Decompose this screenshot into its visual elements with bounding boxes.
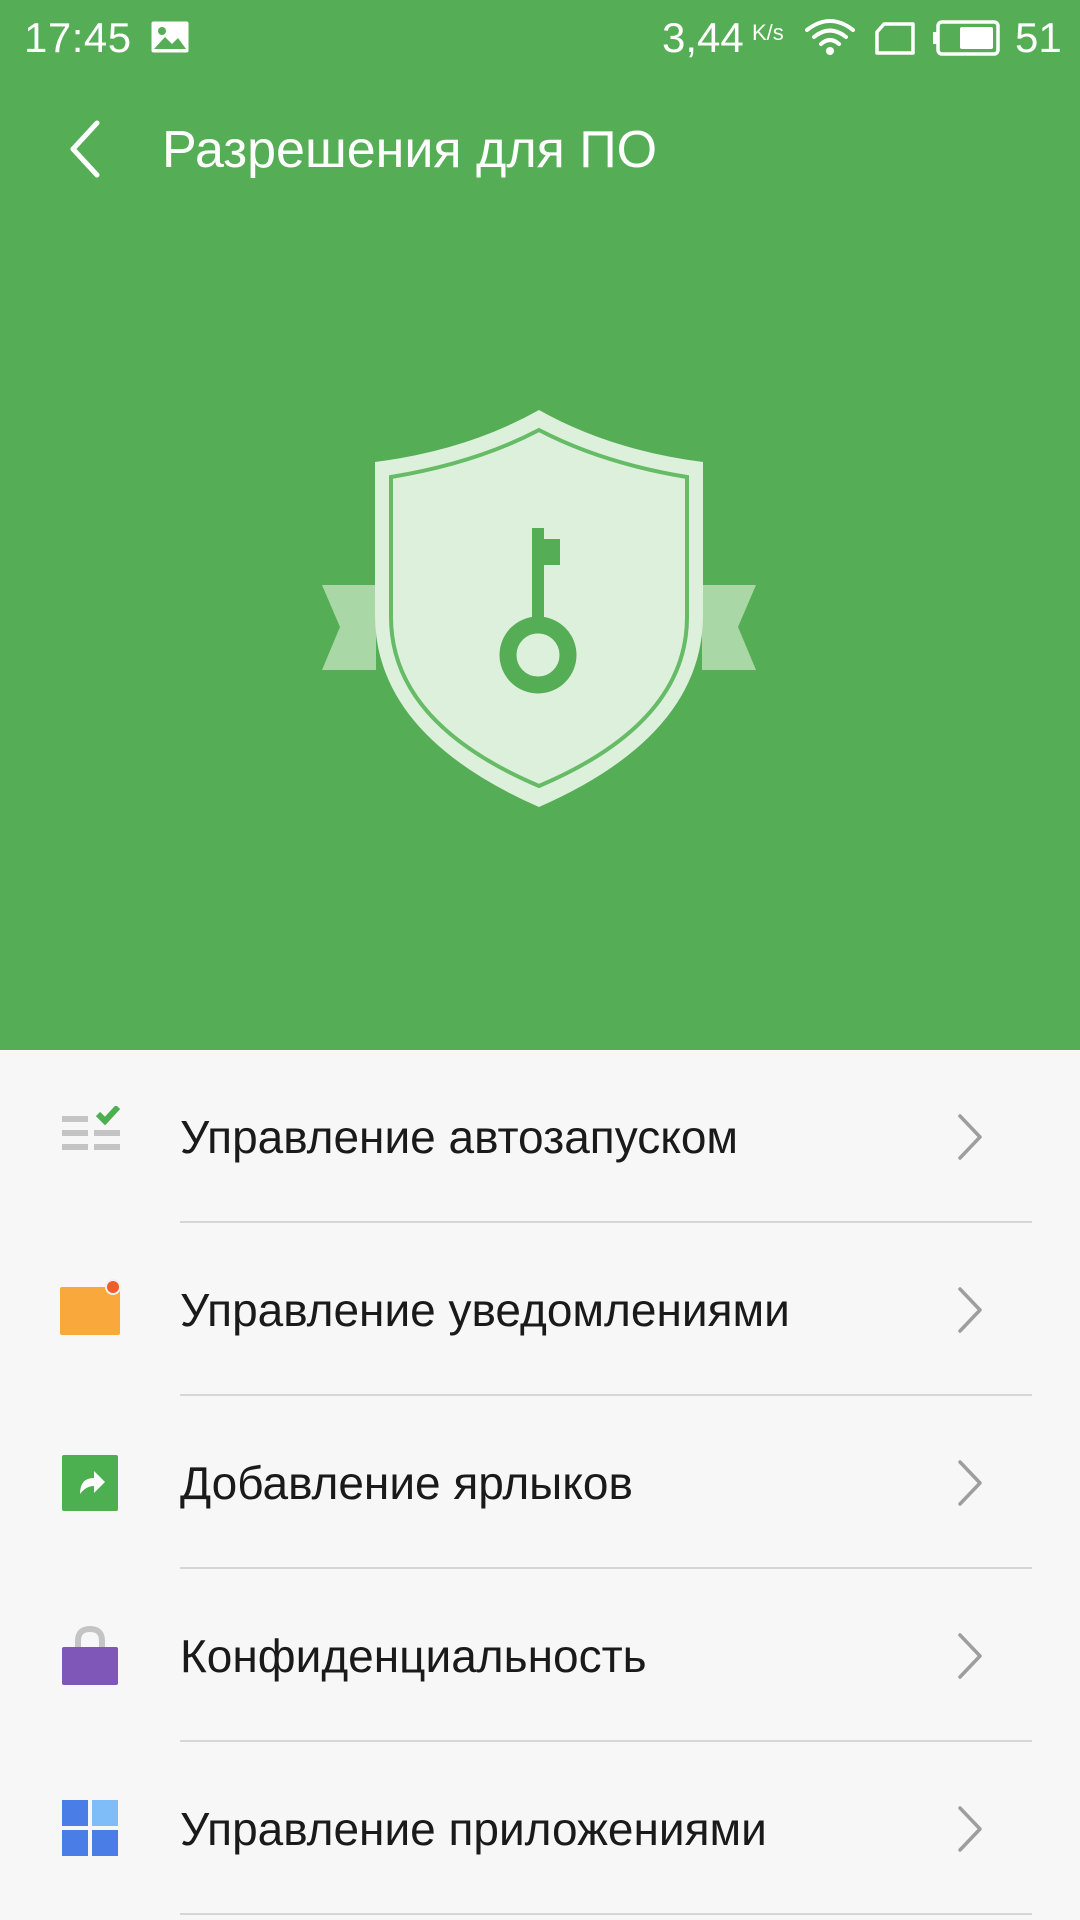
menu-item-label: Конфиденциальность xyxy=(180,1630,647,1682)
status-time: 17:45 xyxy=(24,14,132,61)
menu-item-shortcuts[interactable]: Добавление ярлыков xyxy=(0,1396,1080,1569)
autostart-list-icon xyxy=(62,1106,121,1150)
wifi-icon xyxy=(805,19,855,55)
chevron-right-icon xyxy=(958,1806,982,1852)
divider xyxy=(180,1913,1032,1915)
network-speed-unit: K/s xyxy=(752,20,784,45)
notification-icon xyxy=(60,1279,121,1335)
menu-item-autostart[interactable]: Управление автозапуском xyxy=(0,1050,1080,1223)
menu-item-label: Управление автозапуском xyxy=(180,1111,739,1163)
chevron-left-icon xyxy=(70,120,100,178)
battery-icon xyxy=(933,20,1000,56)
battery-level: 51 xyxy=(1015,14,1062,61)
menu-item-label: Добавление ярлыков xyxy=(180,1457,633,1509)
menu-item-notifications[interactable]: Управление уведомлениями xyxy=(0,1223,1080,1396)
menu-item-privacy[interactable]: Конфиденциальность xyxy=(0,1569,1080,1742)
privacy-lock-icon xyxy=(62,1625,118,1685)
menu-item-label: Управление приложениями xyxy=(180,1803,767,1855)
status-bar: 17:45 3,44 K/s 51 xyxy=(0,0,1080,76)
chevron-right-icon xyxy=(958,1460,982,1506)
shortcut-icon xyxy=(62,1455,118,1511)
app-bar: Разрешения для ПО xyxy=(0,100,1080,200)
settings-list: Управление автозапуском Управление уведо… xyxy=(0,1050,1080,1915)
menu-item-label: Управление уведомлениями xyxy=(180,1284,790,1336)
image-icon xyxy=(151,21,189,53)
page-title: Разрешения для ПО xyxy=(162,121,658,179)
back-button[interactable] xyxy=(50,114,120,184)
network-speed: 3,44 xyxy=(662,14,744,61)
shield-key-icon xyxy=(322,410,756,807)
app-grid-icon xyxy=(62,1800,118,1856)
chevron-right-icon xyxy=(958,1287,982,1333)
chevron-right-icon xyxy=(958,1114,982,1160)
header-banner: 17:45 3,44 K/s 51 Разрешения для ПО xyxy=(0,0,1080,1050)
sim-card-icon xyxy=(875,22,915,55)
menu-item-app-management[interactable]: Управление приложениями xyxy=(0,1742,1080,1915)
chevron-right-icon xyxy=(958,1633,982,1679)
